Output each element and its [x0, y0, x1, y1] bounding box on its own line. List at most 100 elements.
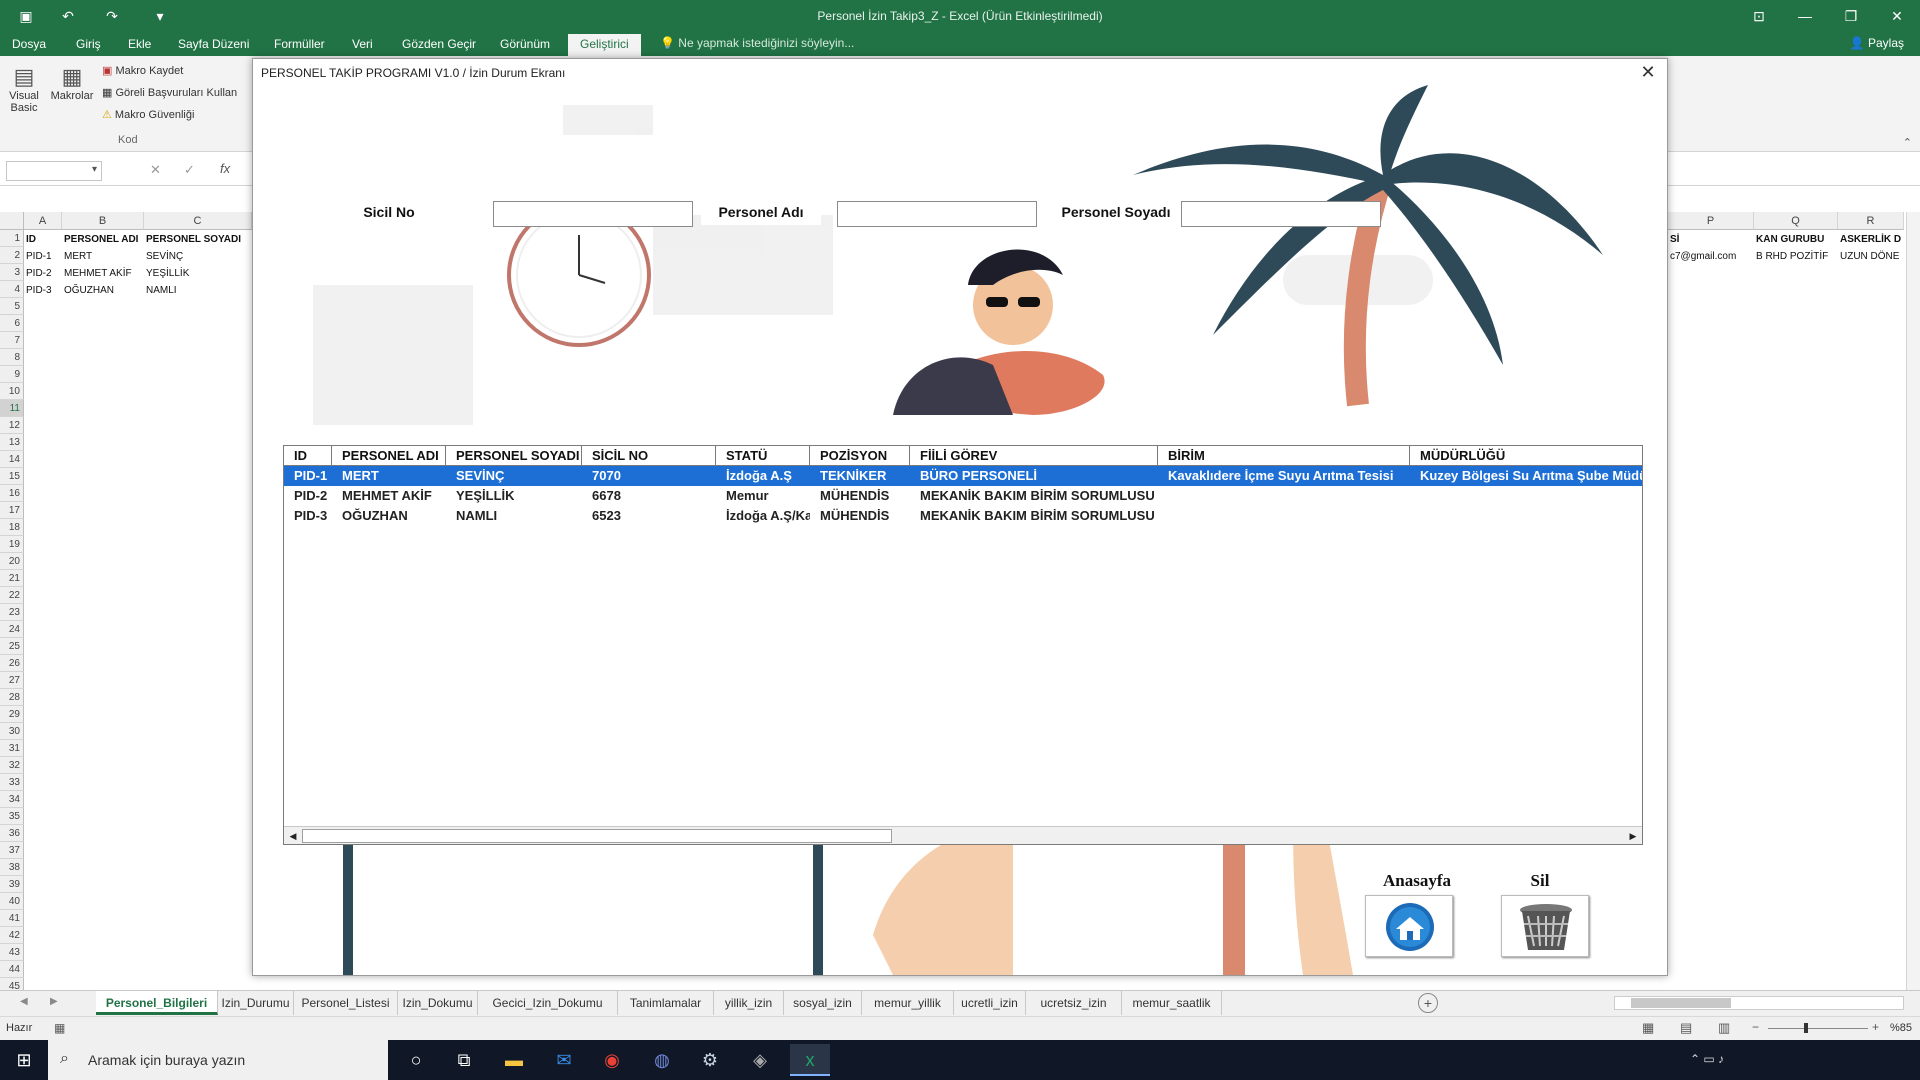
row-header[interactable]: 34 — [0, 791, 24, 808]
row-header[interactable]: 9 — [0, 366, 24, 383]
menu-formuller[interactable]: Formüller — [268, 36, 331, 54]
cell-c3[interactable]: YEŞİLLİK — [146, 265, 252, 282]
row-header[interactable]: 4 — [0, 281, 24, 298]
confirm-icon[interactable]: ✓ — [184, 162, 195, 178]
minimize-button[interactable]: — — [1782, 0, 1828, 32]
cell-q2[interactable]: B RHD POZİTİF — [1756, 248, 1838, 265]
app-icon[interactable]: ◈ — [740, 1044, 780, 1076]
row-header[interactable]: 13 — [0, 434, 24, 451]
sheet-tab-memur-yillik[interactable]: memur_yillik — [862, 991, 954, 1015]
row-header[interactable]: 26 — [0, 655, 24, 672]
sheet-tab-personel-listesi[interactable]: Personel_Listesi — [294, 991, 398, 1015]
row-header[interactable]: 23 — [0, 604, 24, 621]
sheet-tab-gecici-izin-dokumu[interactable]: Gecici_Izin_Dokumu — [478, 991, 618, 1015]
row-header[interactable]: 24 — [0, 621, 24, 638]
cell-c1[interactable]: PERSONEL SOYADI — [146, 231, 252, 248]
sheet-tab-sosyal-izin[interactable]: sosyal_izin — [784, 991, 862, 1015]
row-header[interactable]: 38 — [0, 859, 24, 876]
row-header[interactable]: 16 — [0, 485, 24, 502]
excel-icon[interactable]: x — [790, 1044, 830, 1076]
cell-p1[interactable]: Sİ — [1670, 231, 1754, 248]
scrollbar-thumb[interactable] — [302, 829, 892, 843]
relative-refs-button[interactable]: ▦ Göreli Başvuruları Kullan — [102, 86, 237, 99]
row-header[interactable]: 22 — [0, 587, 24, 604]
taskbar-search-box[interactable]: ⌕ Aramak için buraya yazın — [48, 1040, 388, 1080]
normal-view-icon[interactable]: ▦ — [1642, 1020, 1654, 1036]
zoom-level[interactable]: %85 — [1890, 1022, 1912, 1034]
list-row-pid-3[interactable]: PID-3 OĞUZHAN NAMLI 6523 İzdoğa A.Ş/Ka M… — [284, 506, 1642, 526]
prev-sheet-icon[interactable]: ◀ — [20, 996, 28, 1007]
cell-p2[interactable]: c7@gmail.com — [1670, 248, 1754, 265]
row-header[interactable]: 37 — [0, 842, 24, 859]
row-header[interactable]: 6 — [0, 315, 24, 332]
cell-b3[interactable]: MEHMET AKİF — [64, 265, 144, 282]
row-header[interactable]: 36 — [0, 825, 24, 842]
sheet-tab-ucretsiz-izin[interactable]: ucretsiz_izin — [1026, 991, 1122, 1015]
sheet-tab-izin-dokumu[interactable]: Izin_Dokumu — [398, 991, 478, 1015]
row-header[interactable]: 33 — [0, 774, 24, 791]
column-header-b[interactable]: B — [62, 212, 144, 230]
sheet-tab-memur-saatlik[interactable]: memur_saatlik — [1122, 991, 1222, 1015]
task-view-icon[interactable]: ⧉ — [444, 1044, 484, 1076]
row-header[interactable]: 20 — [0, 553, 24, 570]
row-header[interactable]: 30 — [0, 723, 24, 740]
cell-b1[interactable]: PERSONEL ADI — [64, 231, 144, 248]
page-break-icon[interactable]: ▥ — [1718, 1020, 1730, 1036]
row-header[interactable]: 17 — [0, 502, 24, 519]
scroll-left-icon[interactable]: ◀ — [286, 829, 300, 843]
cell-b2[interactable]: MERT — [64, 248, 144, 265]
column-header-c[interactable]: C — [144, 212, 252, 230]
row-header[interactable]: 18 — [0, 519, 24, 536]
cell-a2[interactable]: PID-1 — [26, 248, 62, 265]
row-header[interactable]: 42 — [0, 927, 24, 944]
collapse-ribbon-icon[interactable]: ⌃ — [1903, 136, 1912, 149]
sheet-tab-personel-bilgileri[interactable]: Personel_Bilgileri — [96, 991, 218, 1015]
zoom-out-icon[interactable]: − — [1752, 1020, 1759, 1034]
row-header[interactable]: 12 — [0, 417, 24, 434]
menu-gelistirici[interactable]: Geliştirici — [568, 34, 641, 56]
menu-gorunum[interactable]: Görünüm — [494, 36, 556, 54]
record-macro-button[interactable]: ▣ Makro Kaydet — [102, 64, 183, 77]
zoom-slider-handle[interactable] — [1804, 1023, 1808, 1033]
column-header-a[interactable]: A — [24, 212, 62, 230]
row-header[interactable]: 27 — [0, 672, 24, 689]
row-header[interactable]: 21 — [0, 570, 24, 587]
list-row-pid-1[interactable]: PID-1 MERT SEVİNÇ 7070 İzdoğa A.Ş TEKNİK… — [284, 466, 1642, 486]
column-header-q[interactable]: Q — [1754, 212, 1838, 230]
row-header[interactable]: 3 — [0, 264, 24, 281]
sheet-tab-tanimlamalar[interactable]: Tanimlamalar — [618, 991, 714, 1015]
menu-dosya[interactable]: Dosya — [6, 36, 52, 54]
windows-start-icon[interactable]: ⊞ — [4, 1044, 44, 1076]
row-header[interactable]: 44 — [0, 961, 24, 978]
share-button[interactable]: 👤 Paylaş — [1850, 36, 1904, 50]
personel-soyadi-input[interactable] — [1181, 201, 1381, 227]
dialog-close-icon[interactable]: ✕ — [1637, 61, 1659, 83]
column-header-p[interactable]: P — [1668, 212, 1754, 230]
chrome-icon[interactable]: ◉ — [592, 1044, 632, 1076]
cell-a3[interactable]: PID-2 — [26, 265, 62, 282]
cell-b4[interactable]: OĞUZHAN — [64, 282, 144, 299]
row-header[interactable]: 2 — [0, 247, 24, 264]
izin-listbox[interactable]: ID PERSONEL ADI PERSONEL SOYADI SİCİL NO… — [283, 445, 1643, 845]
cell-a4[interactable]: PID-3 — [26, 282, 62, 299]
cell-a1[interactable]: ID — [26, 231, 62, 248]
row-header[interactable]: 29 — [0, 706, 24, 723]
sicil-no-input[interactable] — [493, 201, 693, 227]
close-button[interactable]: ✕ — [1874, 0, 1920, 32]
file-explorer-icon[interactable]: ▬ — [494, 1044, 534, 1076]
cell-q1[interactable]: KAN GURUBU — [1756, 231, 1838, 248]
list-row-pid-2[interactable]: PID-2 MEHMET AKİF YEŞİLLİK 6678 Memur MÜ… — [284, 486, 1642, 506]
anasayfa-button[interactable] — [1365, 895, 1453, 957]
cell-c4[interactable]: NAMLI — [146, 282, 252, 299]
row-header[interactable]: 19 — [0, 536, 24, 553]
row-header[interactable]: 41 — [0, 910, 24, 927]
horizontal-scrollbar[interactable]: ◀ ▶ — [284, 826, 1642, 844]
zoom-slider[interactable] — [1768, 1023, 1868, 1033]
menu-giris[interactable]: Giriş — [70, 36, 107, 54]
cell-r2[interactable]: UZUN DÖNE — [1840, 248, 1904, 265]
menu-sayfa-duzeni[interactable]: Sayfa Düzeni — [172, 36, 255, 54]
row-header[interactable]: 43 — [0, 944, 24, 961]
column-header-r[interactable]: R — [1838, 212, 1904, 230]
cell-r1[interactable]: ASKERLİK D — [1840, 231, 1904, 248]
cell-c2[interactable]: SEVİNÇ — [146, 248, 252, 265]
